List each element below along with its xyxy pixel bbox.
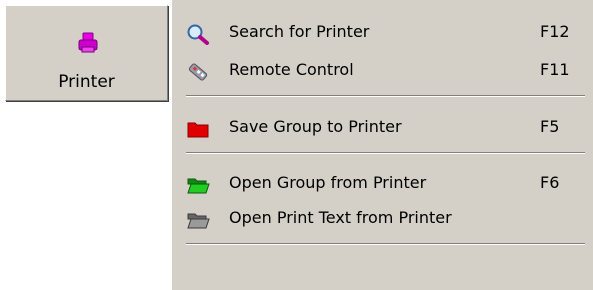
printer-button[interactable]: Printer: [5, 5, 168, 101]
menu-item-label: Open Print Text from Printer: [229, 208, 452, 227]
menu-item-search-for-printer[interactable]: Search for Printer F12: [172, 17, 593, 47]
menu-item-label: Remote Control: [229, 60, 354, 79]
gray-folder-icon: [186, 209, 210, 229]
remote-control-icon: [186, 61, 210, 81]
menu-item-open-print-text-from-printer[interactable]: Open Print Text from Printer: [172, 203, 593, 233]
menu-item-label: Save Group to Printer: [229, 117, 402, 136]
printer-button-label: Printer: [58, 72, 115, 92]
printer-icon: [78, 32, 98, 58]
shortcut-label: F11: [540, 60, 570, 79]
menu-separator: [186, 152, 585, 154]
printer-menu: Search for Printer F12 Remote Control F1…: [171, 0, 593, 290]
menu-item-open-group-from-printer[interactable]: Open Group from Printer F6: [172, 168, 593, 198]
menu-separator: [186, 95, 585, 97]
menu-separator: [186, 243, 585, 245]
menu-item-remote-control[interactable]: Remote Control F11: [172, 55, 593, 85]
red-folder-icon: [186, 118, 210, 138]
shortcut-label: F12: [540, 22, 570, 41]
menu-item-save-group-to-printer[interactable]: Save Group to Printer F5: [172, 112, 593, 142]
menu-item-label: Search for Printer: [229, 22, 370, 41]
menu-item-label: Open Group from Printer: [229, 173, 427, 192]
shortcut-label: F5: [540, 117, 560, 136]
shortcut-label: F6: [540, 173, 560, 192]
magnifier-icon: [186, 23, 210, 45]
green-folder-icon: [186, 174, 210, 194]
